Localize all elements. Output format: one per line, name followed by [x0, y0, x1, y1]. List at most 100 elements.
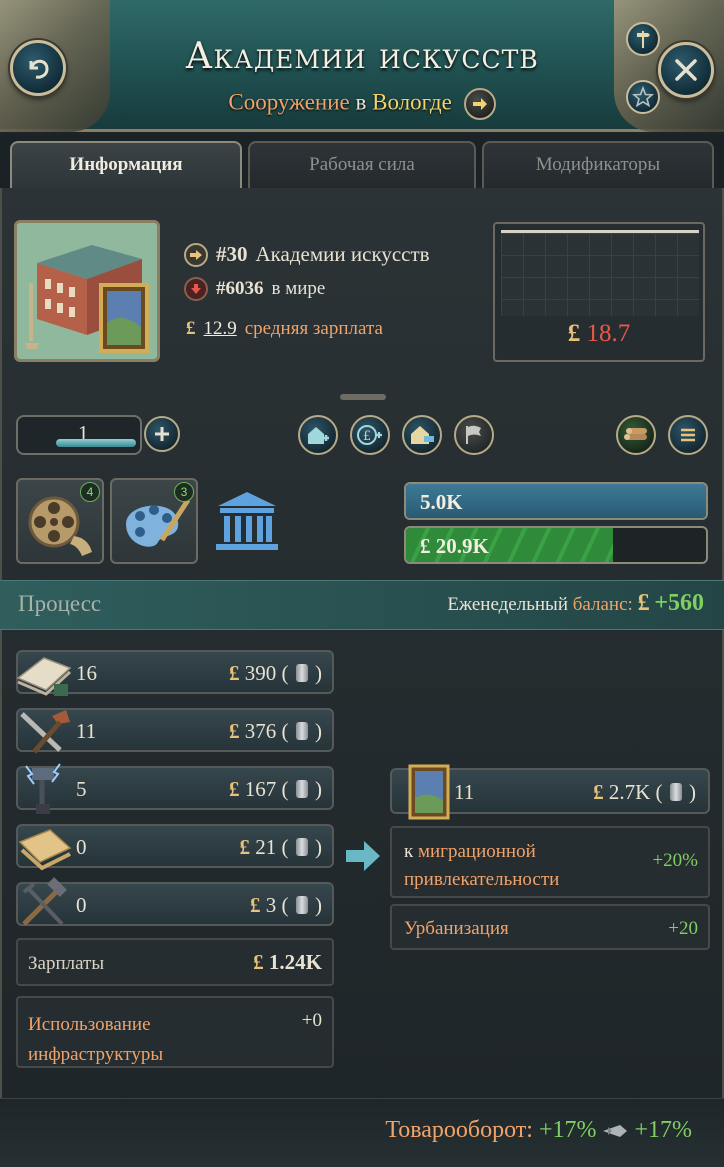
rank-number: #30	[216, 242, 248, 266]
favorite-button[interactable]	[626, 80, 660, 114]
building-portrait	[14, 220, 160, 362]
input-hardware[interactable]: 0 £ 3 ( )	[16, 877, 334, 926]
logs-icon	[624, 428, 647, 440]
tab-bar: Информация Рабочая сила Модификаторы	[0, 135, 724, 189]
add-level-button[interactable]	[144, 416, 180, 452]
workforce-bar-label: 5.0K	[420, 490, 463, 514]
ownership-button[interactable]	[402, 415, 442, 455]
trade-turnover: Товарооборот: +17% +17%	[385, 1117, 692, 1144]
go-to-location-button[interactable]	[463, 88, 496, 120]
migration-modifier-box: к миграционной привлекательности +20%	[390, 826, 710, 898]
pound-icon: £	[186, 318, 196, 339]
tab-information[interactable]: Информация	[10, 141, 242, 189]
profit-chart[interactable]: £ 18.7	[493, 222, 705, 362]
house-flag-icon	[411, 426, 434, 444]
workforce-bar[interactable]: 5.0K	[404, 482, 708, 520]
output-painting[interactable]: 11 £ 2.7K ( )	[390, 764, 710, 820]
production-method-government[interactable]	[212, 488, 282, 554]
world-rank-number: #6036	[216, 278, 264, 299]
slot-count: 3	[174, 482, 194, 502]
trade-footer: Товарооборот: +17% +17%	[0, 1098, 724, 1167]
input-qty: 0	[76, 893, 87, 917]
star-icon	[632, 86, 654, 108]
close-button[interactable]	[658, 42, 714, 98]
resources-button[interactable]	[616, 415, 656, 455]
subtitle-in: в	[355, 89, 367, 115]
input-price: £ 3 ( )	[250, 893, 322, 917]
menu-icon	[681, 428, 695, 442]
pound-plus-icon: £	[357, 425, 382, 445]
urbanization-value: +20	[668, 918, 698, 939]
fabric-icon	[18, 829, 72, 871]
flag-button[interactable]	[454, 415, 494, 455]
avg-wage-value[interactable]: 12.9	[204, 318, 237, 340]
painting-icon	[408, 764, 450, 820]
world-rank-label: в мире	[271, 278, 326, 299]
input-price: £ 390 ( )	[229, 661, 322, 685]
migration-modifier-value: +20%	[652, 850, 698, 871]
house-plus-icon	[308, 427, 329, 444]
tab-workforce[interactable]: Рабочая сила	[248, 141, 476, 189]
infrastructure-value: +0	[301, 1010, 322, 1031]
world-rank-row: #6036 в мире	[184, 277, 325, 301]
trade-label: Товарооборот:	[385, 1117, 533, 1143]
menu-button[interactable]	[668, 415, 708, 455]
academy-building-icon	[17, 223, 157, 359]
output-qty: 11	[454, 780, 475, 804]
infrastructure-label: Использование инфраструктуры	[28, 1014, 164, 1065]
header: Академии искусств Сооружение в Вологде	[0, 0, 724, 132]
input-tools[interactable]: 11 £ 376 ( )	[16, 708, 334, 754]
input-qty: 11	[76, 719, 97, 743]
electric-hammer-icon	[25, 763, 61, 814]
close-icon	[675, 59, 697, 81]
arrow-right-icon	[472, 98, 487, 110]
wages-value: £ 1.24K	[253, 950, 322, 974]
back-button[interactable]	[10, 40, 66, 96]
input-electric-tools[interactable]: 5 £ 167 ( )	[16, 763, 334, 814]
expand-building-button[interactable]	[298, 415, 338, 455]
page-title: Академии искусств	[185, 36, 539, 77]
subsidize-button[interactable]: £	[350, 415, 390, 455]
chart-area	[501, 230, 699, 316]
slot-count: 4	[80, 482, 100, 502]
paper-icon	[16, 657, 72, 696]
tab-modifiers[interactable]: Модификаторы	[482, 141, 714, 189]
input-paper[interactable]: 16 £ 390 ( )	[16, 650, 334, 696]
divider-ornament	[340, 394, 386, 400]
local-rank-row: #30 Академии искусств	[184, 242, 430, 267]
trade-value-2: +17%	[634, 1117, 692, 1143]
location-link[interactable]: Вологде	[372, 89, 452, 114]
urbanization-modifier-box: Урбанизация +20	[390, 904, 710, 950]
production-method-film[interactable]: 4	[16, 478, 104, 564]
input-qty: 0	[76, 835, 87, 859]
infrastructure-box: Использование инфраструктуры +0	[16, 996, 334, 1068]
avg-wage-row: £ 12.9 средняя зарплата	[186, 318, 383, 340]
building-subtitle: Сооружение в Вологде	[130, 88, 594, 120]
input-fabric[interactable]: 0 £ 21 ( )	[16, 824, 334, 871]
wages-label: Зарплаты	[28, 953, 105, 974]
cash-reserves-bar[interactable]: £ 20.9K	[404, 526, 708, 564]
cash-bar-label: £ 20.9K	[420, 534, 489, 558]
level-progress-bar	[56, 439, 136, 447]
signpost-button[interactable]	[626, 22, 660, 56]
production-method-painting[interactable]: 3	[110, 478, 198, 564]
output-price: £ 2.7K ( )	[593, 780, 696, 804]
input-qty: 16	[76, 661, 97, 685]
process-title: Процесс	[18, 591, 102, 616]
chart-value: £ 18.7	[567, 320, 631, 347]
level-box: 1	[16, 415, 142, 455]
input-price: £ 167 ( )	[229, 777, 322, 801]
wages-box: Зарплаты £ 1.24K	[16, 938, 334, 986]
migration-modifier-label: к миграционной привлекательности	[404, 841, 560, 890]
signpost-icon	[637, 31, 650, 48]
plus-icon	[155, 427, 169, 441]
urbanization-label: Урбанизация	[404, 918, 509, 939]
ship-icon	[603, 1125, 628, 1138]
input-qty: 5	[76, 777, 87, 801]
trade-value-1: +17%	[538, 1117, 597, 1143]
rank-building-name: Академии искусств	[255, 242, 430, 266]
weekly-balance: Еженедельный баланс: £ +560	[447, 590, 704, 616]
building-type: Сооружение	[228, 89, 350, 115]
back-arrow-icon	[29, 59, 49, 79]
hammer-pliers-icon	[22, 877, 67, 926]
